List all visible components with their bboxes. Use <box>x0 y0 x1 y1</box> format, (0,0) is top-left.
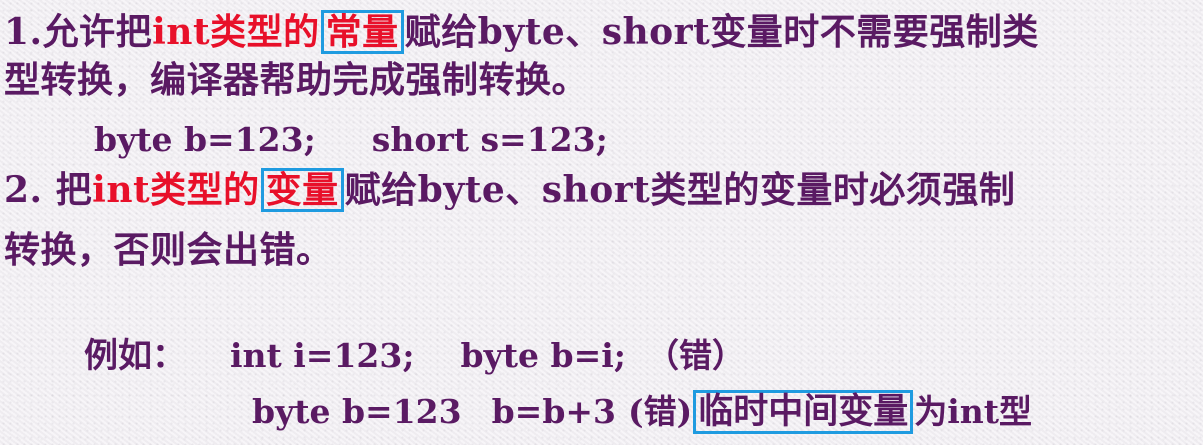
examples-error-2: (错) <box>628 392 693 431</box>
examples-int-decl: int i=123; <box>230 336 415 375</box>
examples-line2: byte b=123 b=b+3 (错) 临时中间变量 为int型 <box>252 390 1032 434</box>
rule2-line1: 2. 把int类型的 变量 赋给byte、short类型的变量时必须强制 <box>4 168 1015 212</box>
rule1-line2: 型转换，编译器帮助完成强制转换。 <box>4 58 588 102</box>
rule2-int-type: int类型的 <box>92 169 260 211</box>
rule2-text-pre: 把 <box>55 169 93 211</box>
examples-temp-variable-boxed: 临时中间变量 <box>693 390 914 434</box>
rule1-example-byte: byte b=123; <box>94 120 316 159</box>
examples-byte-assign: byte b=i; <box>460 336 626 375</box>
rule1-constant-boxed: 常量 <box>320 10 404 54</box>
rule1-text-rest: 赋给byte、short变量时不需要强制类 <box>404 11 1039 53</box>
examples-byte-decl: byte b=123 <box>252 392 462 431</box>
rule1-int-type: int类型的 <box>152 11 320 53</box>
examples-label: 例如： <box>84 336 186 376</box>
examples-error-1: （错） <box>645 336 745 375</box>
rule2-text-line2: 转换，否则会出错。 <box>4 229 333 271</box>
rule2-number: 2. <box>4 169 56 211</box>
examples-sum-expr: b=b+3 <box>491 392 617 431</box>
rule1-line1: 1.允许把int类型的 常量 赋给byte、short变量时不需要强制类 <box>4 10 1039 54</box>
examples-int-type-note: 为int型 <box>914 392 1033 431</box>
rule2-variable-boxed: 变量 <box>260 168 344 212</box>
rule1-number: 1. <box>4 11 43 53</box>
rule1-text-line2: 型转换，编译器帮助完成强制转换。 <box>4 59 589 101</box>
examples-line1: 例如： int i=123; byte b=i; （错） <box>84 334 745 378</box>
rule1-example-short: short s=123; <box>371 120 608 159</box>
rule1-text-pre: 允许把 <box>42 11 153 53</box>
rule2-text-rest: 赋给byte、short类型的变量时必须强制 <box>344 169 1016 211</box>
rule1-example: byte b=123; short s=123; <box>94 118 608 162</box>
rule2-line2: 转换，否则会出错。 <box>4 228 333 272</box>
slide: 1.允许把int类型的 常量 赋给byte、short变量时不需要强制类 型转换，编… <box>0 0 1203 445</box>
